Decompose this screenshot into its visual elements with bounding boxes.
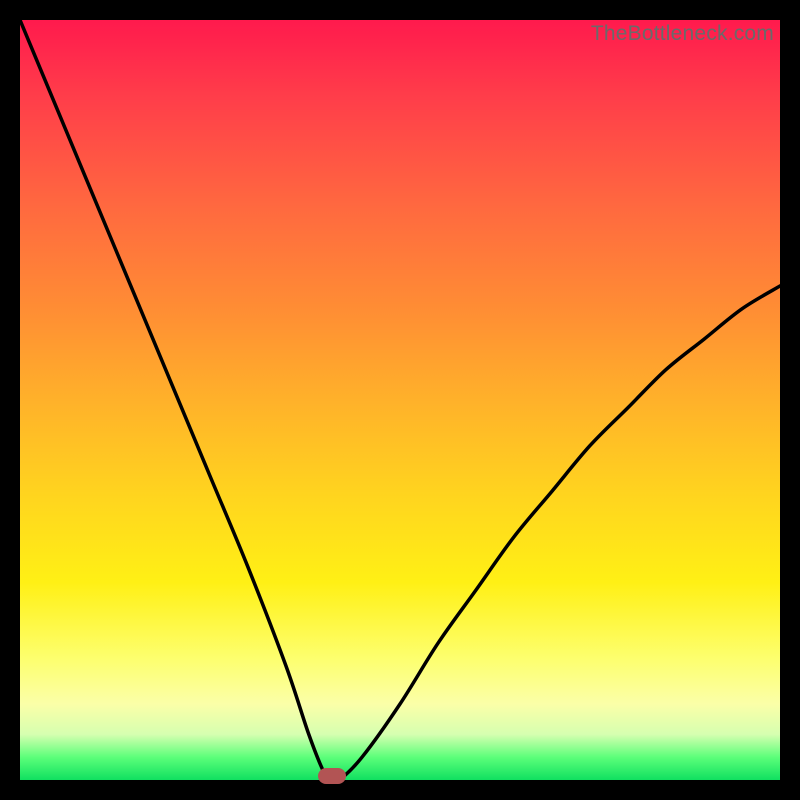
chart-frame: TheBottleneck.com [20, 20, 780, 780]
optimal-point-marker [318, 768, 346, 784]
bottleneck-curve [20, 20, 780, 780]
